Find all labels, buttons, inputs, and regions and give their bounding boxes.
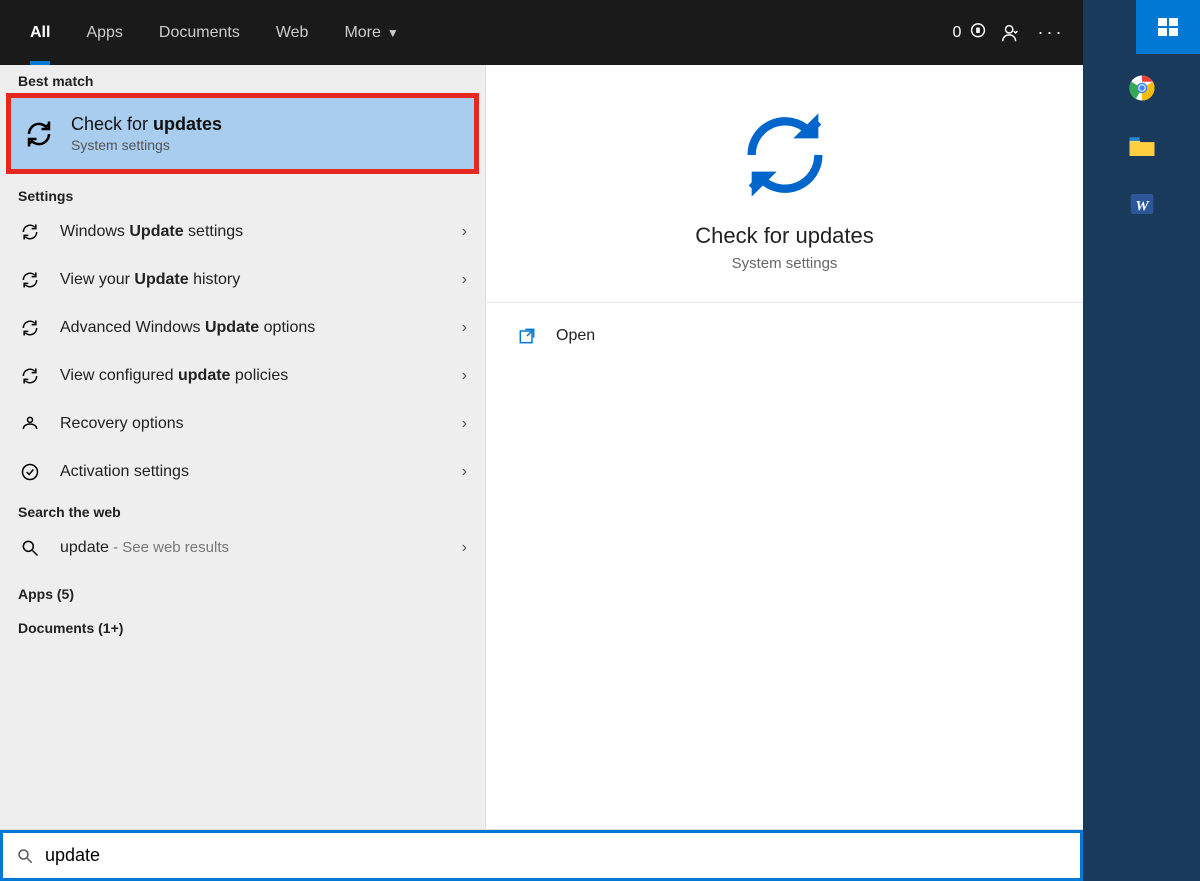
detail-hero: Check for updates System settings (486, 65, 1083, 303)
tab-web[interactable]: Web (258, 0, 327, 65)
windows-search-panel: All Apps Documents Web More ▼ 0 ··· Best … (0, 0, 1083, 881)
search-box[interactable] (0, 830, 1083, 881)
result-windows-update-settings[interactable]: Windows Update settings › (0, 208, 485, 256)
result-recovery-options[interactable]: Recovery options › (0, 400, 485, 448)
result-web-search[interactable]: update - See web results › (0, 524, 485, 572)
refresh-icon (735, 105, 835, 205)
result-label: View configured update policies (60, 367, 462, 385)
result-advanced-update-options[interactable]: Advanced Windows Update options › (0, 304, 485, 352)
open-label: Open (556, 327, 595, 345)
detail-column: Check for updates System settings Open (485, 65, 1083, 829)
section-apps-group[interactable]: Apps (5) (0, 572, 485, 606)
chevron-right-icon: › (462, 539, 467, 557)
best-match-subtitle: System settings (71, 137, 222, 153)
more-options-button[interactable]: ··· (1031, 13, 1071, 53)
word-icon: W (1127, 189, 1157, 219)
results-column: Best match Check for updates System sett… (0, 65, 485, 829)
trophy-icon (967, 22, 989, 44)
tab-documents[interactable]: Documents (141, 0, 258, 65)
result-label: Activation settings (60, 463, 462, 481)
refresh-icon (18, 316, 42, 340)
taskbar-pinned-apps: W (1124, 70, 1160, 222)
refresh-icon (18, 364, 42, 388)
tab-documents-label: Documents (159, 24, 240, 42)
result-configured-update-policies[interactable]: View configured update policies › (0, 352, 485, 400)
refresh-icon (23, 118, 55, 150)
chevron-right-icon: › (462, 367, 467, 385)
best-match-title: Check for updates (71, 114, 222, 135)
reward-count: 0 (953, 24, 962, 42)
section-settings: Settings (0, 180, 485, 208)
tab-more-label: More (344, 24, 380, 42)
chevron-right-icon: › (462, 271, 467, 289)
result-label: update - See web results (60, 539, 462, 557)
recovery-icon (18, 412, 42, 436)
settings-results: Windows Update settings › View your Upda… (0, 208, 485, 496)
chevron-right-icon: › (462, 415, 467, 433)
section-best-match: Best match (0, 65, 485, 93)
chrome-app[interactable] (1124, 70, 1160, 106)
result-label: Windows Update settings (60, 223, 462, 241)
open-action[interactable]: Open (486, 303, 1083, 369)
result-update-history[interactable]: View your Update history › (0, 256, 485, 304)
detail-subtitle: System settings (732, 255, 838, 272)
detail-title: Check for updates (695, 223, 874, 249)
refresh-icon (18, 220, 42, 244)
section-documents-group[interactable]: Documents (1+) (0, 606, 485, 640)
search-tabs: All Apps Documents Web More ▼ 0 ··· (0, 0, 1083, 65)
refresh-icon (18, 268, 42, 292)
chrome-icon (1127, 73, 1157, 103)
result-label: View your Update history (60, 271, 462, 289)
search-box-container (0, 829, 1083, 881)
file-explorer-app[interactable] (1124, 128, 1160, 164)
folder-icon (1127, 133, 1157, 159)
check-circle-icon (18, 460, 42, 484)
tab-all[interactable]: All (12, 0, 68, 65)
rewards-button[interactable]: 0 (951, 13, 991, 53)
tab-apps-label: Apps (86, 24, 122, 42)
chevron-down-icon: ▼ (387, 26, 399, 40)
account-button[interactable] (991, 13, 1031, 53)
desktop-taskbar-strip: W (1083, 0, 1200, 881)
search-icon (18, 536, 42, 560)
tab-more[interactable]: More ▼ (326, 0, 416, 65)
chevron-right-icon: › (462, 223, 467, 241)
chevron-right-icon: › (462, 463, 467, 481)
tab-web-label: Web (276, 24, 309, 42)
search-main: Best match Check for updates System sett… (0, 65, 1083, 829)
search-icon (15, 846, 35, 866)
result-label: Advanced Windows Update options (60, 319, 462, 337)
best-match-result[interactable]: Check for updates System settings (6, 93, 479, 174)
section-search-web: Search the web (0, 496, 485, 524)
word-app[interactable]: W (1124, 186, 1160, 222)
open-icon (516, 325, 538, 347)
result-activation-settings[interactable]: Activation settings › (0, 448, 485, 496)
search-input[interactable] (45, 845, 1068, 866)
svg-text:W: W (1135, 198, 1150, 214)
chevron-right-icon: › (462, 319, 467, 337)
tab-all-label: All (30, 24, 50, 42)
tab-apps[interactable]: Apps (68, 0, 140, 65)
start-button[interactable] (1136, 0, 1200, 54)
ellipsis-icon: ··· (1038, 22, 1065, 43)
windows-logo-icon (1156, 15, 1180, 39)
person-icon (1000, 22, 1022, 44)
result-label: Recovery options (60, 415, 462, 433)
